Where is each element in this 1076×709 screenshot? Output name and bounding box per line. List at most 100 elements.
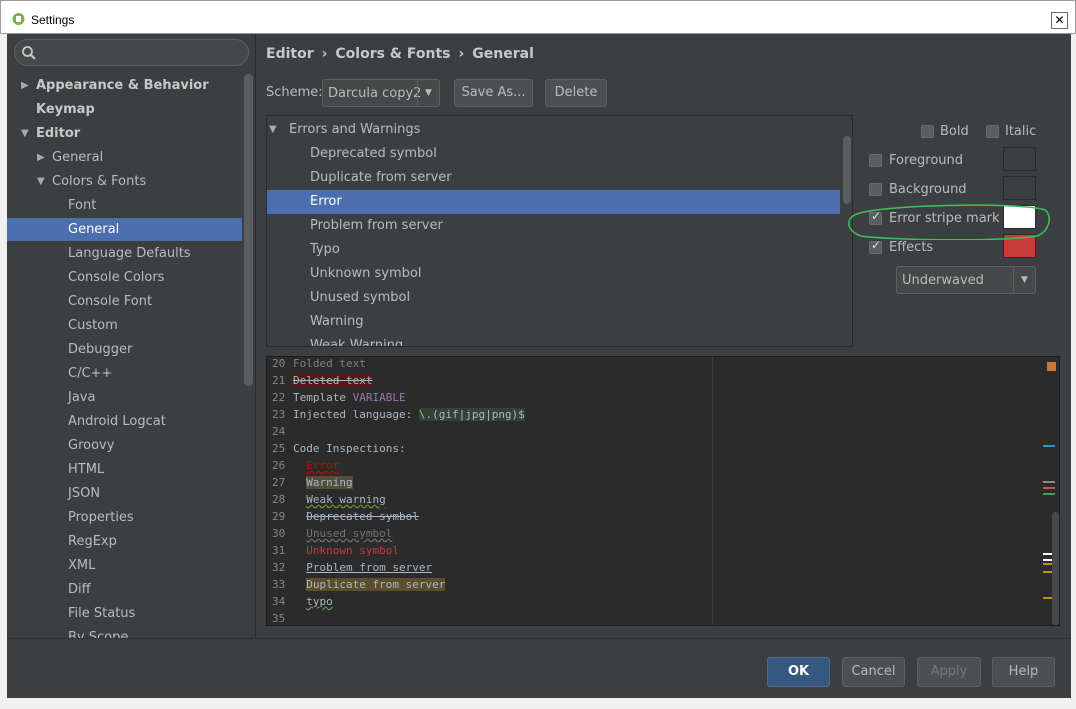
android-studio-icon [12, 13, 25, 25]
code-text: Deprecated symbol [306, 510, 419, 523]
apply-button[interactable]: Apply [917, 657, 981, 687]
tree-item[interactable]: Keymap [7, 98, 242, 121]
line-number: 22 [272, 391, 286, 404]
attribute-item[interactable]: Duplicate from server [267, 166, 840, 190]
effects-checkbox[interactable]: ✓ [869, 238, 882, 254]
tree-item-label: HTML [68, 462, 105, 477]
chevron-right-icon[interactable]: ▶ [21, 74, 29, 97]
tree-item[interactable]: ▼ Editor [7, 122, 242, 145]
tree-item[interactable]: HTML [7, 458, 242, 481]
code-line: 32 Problem from server [272, 559, 432, 576]
effects-label: Effects [889, 240, 934, 255]
code-text: Duplicate from server [306, 578, 446, 591]
search-field[interactable] [14, 39, 249, 66]
help-button[interactable]: Help [992, 657, 1055, 687]
tree-item[interactable]: RegExp [7, 530, 242, 553]
code-line: 24 [272, 423, 293, 440]
tree-item[interactable]: ▼ Colors & Fonts [7, 170, 242, 193]
tree-item[interactable]: Font [7, 194, 242, 217]
breadcrumb-colors-fonts: Colors & Fonts [335, 46, 451, 62]
tree-item[interactable]: Console Font [7, 290, 242, 313]
code-line: 31 Unknown symbol [272, 542, 399, 559]
tree-item[interactable]: Debugger [7, 338, 242, 361]
tree-item-label: Properties [68, 510, 134, 525]
attribute-scrollbar[interactable] [843, 136, 851, 204]
code-line: 33 Duplicate from server [272, 576, 446, 593]
code-line: 25 Code Inspections: [272, 440, 406, 457]
italic-checkbox[interactable] [986, 125, 999, 138]
tree-item-label: File Status [68, 606, 136, 621]
code-line: 20 Folded text [272, 357, 366, 372]
tree-item-label: Keymap [36, 102, 95, 117]
line-number: 27 [272, 476, 286, 489]
settings-dialog: ▶ Appearance & Behavior Keymap ▼ Editor ▶ Gene… [7, 34, 1071, 698]
stripe-mark [1043, 445, 1055, 447]
close-button[interactable]: ✕ [1051, 12, 1068, 29]
attribute-item[interactable]: Problem from server [267, 214, 840, 238]
tree-item[interactable]: ▶ Appearance & Behavior [7, 74, 242, 97]
tree-item[interactable]: ▶ General [7, 146, 242, 169]
effect-type-value: Underwaved [902, 273, 984, 288]
panel-divider[interactable] [255, 34, 256, 638]
tree-item-label: JSON [68, 486, 101, 501]
tree-item[interactable]: Diff [7, 578, 242, 601]
attribute-item[interactable]: Typo [267, 238, 840, 262]
tree-item[interactable]: Properties [7, 506, 242, 529]
tree-item[interactable]: Groovy [7, 434, 242, 457]
code-line: 26 Error [272, 457, 339, 474]
tree-item[interactable]: General [7, 218, 242, 241]
bold-checkbox[interactable] [921, 125, 934, 138]
background-checkbox[interactable] [869, 183, 882, 196]
foreground-checkbox[interactable] [869, 154, 882, 167]
tree-item-label: Diff [68, 582, 91, 597]
tree-item[interactable]: Android Logcat [7, 410, 242, 433]
attribute-item[interactable]: Weak Warning [267, 334, 840, 346]
tree-scrollbar[interactable] [244, 74, 253, 386]
attribute-item[interactable]: Unused symbol [267, 286, 840, 310]
breadcrumb-editor: Editor [266, 46, 314, 62]
attribute-item[interactable]: Error [267, 190, 840, 214]
save-as-button[interactable]: Save As... [454, 79, 533, 107]
tree-item[interactable]: File Status [7, 602, 242, 625]
error-stripe-top-mark [1047, 362, 1056, 371]
preview-divider [712, 357, 713, 625]
ok-button[interactable]: OK [767, 657, 830, 687]
tree-item-label: Custom [68, 318, 118, 333]
tree-item[interactable]: Custom [7, 314, 242, 337]
attribute-group[interactable]: ▼ Errors and Warnings [267, 118, 840, 142]
breadcrumb-sep: › [458, 46, 465, 62]
tree-item-label: Groovy [68, 438, 115, 453]
scheme-dropdown[interactable]: Darcula copy2 ▼ [322, 79, 440, 107]
effects-swatch[interactable] [1003, 234, 1036, 258]
chevron-right-icon[interactable]: ▶ [37, 146, 45, 169]
search-icon [22, 46, 36, 60]
template-variable: VARIABLE [352, 391, 406, 404]
tree-item-label: Android Logcat [68, 414, 166, 429]
tree-item[interactable]: Language Defaults [7, 242, 242, 265]
tree-item[interactable]: Java [7, 386, 242, 409]
background-label: Background [889, 182, 967, 197]
chevron-down-icon[interactable]: ▼ [37, 170, 45, 193]
delete-button[interactable]: Delete [545, 79, 607, 107]
tree-item-label: Console Colors [68, 270, 165, 285]
code-preview[interactable]: 20 Folded text 21 Deleted text 22 Template VA… [266, 356, 1060, 626]
attribute-item[interactable]: Warning [267, 310, 840, 334]
error-stripe-checkbox[interactable]: ✓ [869, 209, 882, 225]
error-stripe-swatch[interactable] [1003, 205, 1036, 229]
attribute-item-label: Warning [310, 314, 364, 329]
preview-scrollbar[interactable] [1052, 512, 1059, 625]
stripe-mark [1043, 481, 1055, 483]
tree-item[interactable]: JSON [7, 482, 242, 505]
tree-item-label: Java [68, 390, 96, 405]
foreground-swatch[interactable] [1003, 147, 1036, 171]
attribute-item[interactable]: Unknown symbol [267, 262, 840, 286]
tree-item[interactable]: XML [7, 554, 242, 577]
background-swatch[interactable] [1003, 176, 1036, 200]
chevron-down-icon[interactable]: ▼ [21, 122, 29, 145]
tree-item[interactable]: Console Colors [7, 266, 242, 289]
cancel-button[interactable]: Cancel [842, 657, 905, 687]
attribute-item[interactable]: Deprecated symbol [267, 142, 840, 166]
code-line: 34 typo [272, 593, 333, 610]
tree-item[interactable]: C/C++ [7, 362, 242, 385]
effect-type-dropdown[interactable]: Underwaved ▼ [896, 266, 1036, 294]
